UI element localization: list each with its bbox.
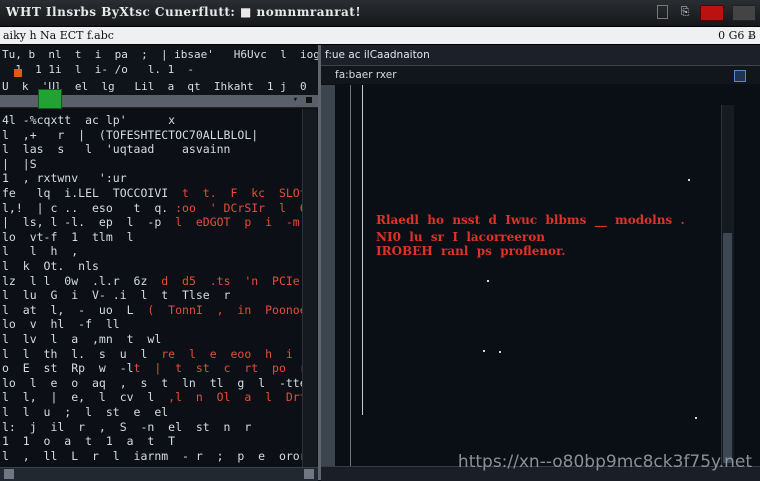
terminal-tab-strip: ▾ xyxy=(0,89,318,109)
terminal-line: lo vt-f 1 tlm l xyxy=(2,229,134,244)
tab-close-icon[interactable] xyxy=(306,97,312,103)
terminal-line: l lv l a ,mn t wl xyxy=(2,332,162,346)
header-line-2: 1 1 1i l i- /o l. 1 - xyxy=(2,63,195,76)
terminal-line: l,! | c .. eso t q. :oo ' DCrSIr l 6. la… xyxy=(2,200,302,215)
right-pane-title: f:ue ac ilCaadnaiton xyxy=(325,49,430,61)
noise-dot xyxy=(483,350,485,352)
noise-dot xyxy=(499,351,501,353)
header-line-1: Tu, b nl t i pa ; | ibsae' H6Uvc l iogg xyxy=(2,48,327,61)
terminal-line: l at l, - uo L ( TonnI , in Poonoe r xyxy=(2,302,302,317)
noise-dot xyxy=(695,417,697,419)
output-pane-right: f:ue ac ilCaadnaiton fa:baer rxer Rlaedl… xyxy=(321,45,760,480)
terminal-pane-left: Tu, b nl t i pa ; | ibsae' H6Uvc l iogg … xyxy=(0,45,327,481)
terminal-line: l las s l 'uqtaad asvainn xyxy=(2,142,231,157)
terminal-line: 1 1 o a t 1 a t T xyxy=(2,434,176,449)
line-gutter xyxy=(321,85,335,471)
close-button[interactable] xyxy=(700,5,724,21)
terminal-line: l: j il r , S -n el st n r xyxy=(2,419,252,434)
left-scrollbar[interactable] xyxy=(302,109,317,467)
window-menu-icon[interactable]: ⎘ xyxy=(678,5,692,19)
address-bar[interactable]: aiky h Na ECT f.abc 0 G6 Ƀ xyxy=(0,27,760,45)
terminal-line: l l th l. s u l re l e eoo h i , r xyxy=(2,346,293,361)
left-status-bar xyxy=(0,467,318,481)
right-scrollbar[interactable] xyxy=(721,105,734,465)
error-message-line-3: IROBEH ranl ps proflenor. xyxy=(376,244,566,258)
terminal-line: | ls, l -l. ep l -p l eDGOT p i -m.oi z … xyxy=(2,215,302,230)
terminal-line: l ,+ r | (TOFESHTECTOC70ALLBLOL| xyxy=(2,127,259,142)
watermark-url: https://xn--o80bp9mc8ck3f75y.net xyxy=(457,452,752,472)
right-pane-toolbar: fa:baer rxer xyxy=(321,66,760,84)
chevron-down-icon[interactable]: ▾ xyxy=(293,95,298,105)
error-message-line-2: NI0 lu sr I lacorreeron xyxy=(376,230,545,244)
terminal-line: l lu G i V- .i l t Tlse r xyxy=(2,288,231,303)
error-message-line-1: Rlaedl ho nsst d Iwuc blbms __ modolns . xyxy=(376,213,685,227)
scroll-right-icon[interactable] xyxy=(304,469,314,479)
terminal-line: lo l e o aq , s t ln tl g l -tte t xyxy=(2,375,302,390)
window-titlebar: WHT Ilnsrbs ByXtsc Cunerflutt: ■ nomnmra… xyxy=(0,0,760,27)
terminal-line: 4l -%cqxtt ac lp' x xyxy=(2,113,176,127)
terminal-line: l , ll L r l iarnm - r ; p e orort xyxy=(2,448,302,463)
right-pane-subtitle: fa:baer rxer xyxy=(335,69,397,81)
maximize-button[interactable] xyxy=(732,5,756,21)
window-title: WHT Ilnsrbs ByXtsc Cunerflutt: ■ nomnmra… xyxy=(6,5,362,19)
address-right-text: 0 G6 Ƀ xyxy=(718,29,756,42)
gutter-divider xyxy=(350,85,351,471)
terminal-line: l k Ot. nls xyxy=(2,259,99,273)
terminal-line: l l h , xyxy=(2,244,79,259)
fold-guide xyxy=(362,85,363,415)
terminal-line: o E st Rp w -lt | t st c rt po r xyxy=(2,361,302,376)
noise-dot xyxy=(487,280,489,282)
terminal-line: fe lq i.LEL TOCCOIVI t t. F kc SLOt East… xyxy=(2,186,302,200)
terminal-line: 1 ‚ rxtwnv ':ur xyxy=(2,171,127,186)
terminal-line: lo v hl -f ll xyxy=(2,317,120,332)
address-text: aiky h Na ECT f.abc xyxy=(3,29,114,42)
terminal-line: l l u ; l st e el xyxy=(2,405,169,419)
terminal-output[interactable]: 4l -%cqxtt ac lp' xl ,+ r | (TOFESHTECTO… xyxy=(0,109,302,467)
settings-icon[interactable] xyxy=(734,70,746,82)
terminal-line: lz l l 0w .l.r 6z d d5 .ts 'n PCIe a. pd xyxy=(2,273,300,288)
restore-icon[interactable] xyxy=(657,5,668,19)
orange-status-icon xyxy=(14,69,22,77)
noise-dot xyxy=(688,179,690,181)
scroll-thumb[interactable] xyxy=(723,233,732,463)
scroll-left-icon[interactable] xyxy=(4,469,14,479)
active-green-tab[interactable] xyxy=(38,89,62,109)
right-pane-titlebar: f:ue ac ilCaadnaiton xyxy=(321,45,760,66)
terminal-line: | |S xyxy=(2,156,37,171)
terminal-header: Tu, b nl t i pa ; | ibsae' H6Uvc l iogg … xyxy=(0,45,327,95)
terminal-line: l l, | e, l cv l ,l n Ol a l Drt o l xyxy=(2,390,302,405)
